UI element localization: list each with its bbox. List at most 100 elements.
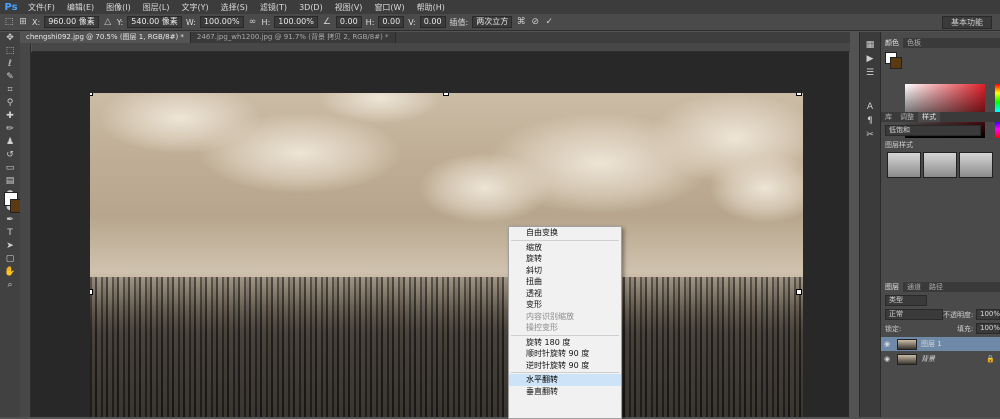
tab-color[interactable]: 颜色 [881,38,903,48]
transform-handle-right[interactable] [796,289,802,295]
blend-mode-select[interactable]: 正常 [885,309,943,320]
document-tab[interactable]: 2467.jpg_wh1200.jpg @ 91.7% (背景 拷贝 2, RG… [190,32,396,43]
w-input[interactable]: 100.00% [199,16,244,28]
menu-image[interactable]: 图像(I) [100,2,137,13]
menu-item-flip-vertical[interactable]: 垂直翻转 [509,386,621,398]
crop-tool-icon[interactable]: ⌗ [0,84,20,97]
menu-item-rotate[interactable]: 旋转 [509,253,621,265]
transform-tool-icon[interactable]: ⬚ [4,17,14,27]
style-swatch[interactable] [959,152,993,178]
menu-item-scale[interactable]: 缩放 [509,242,621,254]
eraser-tool-icon[interactable]: ▭ [0,162,20,175]
visibility-eye-icon[interactable]: ◉ [881,355,893,363]
lasso-tool-icon[interactable]: ℓ [0,58,20,71]
angle-input[interactable]: 0.00 [335,16,362,28]
x-input[interactable]: 960.00 像素 [44,16,99,28]
y-input[interactable]: 540.00 像素 [127,16,182,28]
menu-item-flip-horizontal[interactable]: 水平翻转 [509,374,621,386]
menu-item-perspective[interactable]: 透视 [509,288,621,300]
paragraph-icon[interactable]: ¶ [860,114,880,128]
panel-background-swatch[interactable] [890,57,902,69]
layer-name: 图层 1 [921,340,942,348]
document-tab-active[interactable]: chengshi092.jpg @ 70.5% (图层 1, RGB/8#) * [20,32,191,43]
layer-filter-select[interactable]: 类型 [885,295,927,306]
interpolation-select[interactable]: 两次立方 [472,16,513,28]
menu-item-free-transform[interactable]: 自由变换 [509,227,621,239]
menu-type[interactable]: 文字(Y) [175,2,214,13]
transform-handle-top-left[interactable] [90,93,93,96]
style-swatch[interactable] [923,152,957,178]
style-swatch[interactable] [887,152,921,178]
ruler-vertical[interactable] [20,43,31,417]
menu-edit[interactable]: 编辑(E) [61,2,100,13]
link-icon[interactable]: ∞ [248,17,258,27]
eyedropper-tool-icon[interactable]: ⚲ [0,97,20,110]
marquee-tool-icon[interactable]: ⬚ [0,45,20,58]
move-tool-icon[interactable]: ✥ [0,32,20,45]
path-select-tool-icon[interactable]: ➤ [0,240,20,253]
cancel-transform-icon[interactable]: ⊘ [530,17,540,27]
menu-3d[interactable]: 3D(D) [293,3,329,12]
menu-item-warp[interactable]: 变形 [509,299,621,311]
tab-layers[interactable]: 图层 [881,282,903,292]
actions-icon[interactable]: ▶ [860,52,880,66]
color-panel-tabs: 颜色 色板 [881,38,1000,48]
stamp-tool-icon[interactable]: ♟ [0,136,20,149]
menu-view[interactable]: 视图(V) [329,2,369,13]
warp-icon[interactable]: ⌘ [516,17,526,27]
tool-presets-icon[interactable]: ✂ [860,128,880,142]
layer-thumbnail [897,338,917,350]
shape-tool-icon[interactable]: ▢ [0,253,20,266]
hand-tool-icon[interactable]: ✋ [0,266,20,279]
pen-tool-icon[interactable]: ✒ [0,214,20,227]
tab-paths[interactable]: 路径 [925,282,947,292]
style-preset-dropdown[interactable]: 低饱和 [885,125,981,136]
city-skyline-photo[interactable] [90,93,803,417]
menu-separator [511,372,619,373]
vskew-input[interactable]: 0.00 [419,16,446,28]
healing-tool-icon[interactable]: ✚ [0,110,20,123]
h-input[interactable]: 100.00% [274,16,318,28]
type-tool-icon[interactable]: T [0,227,20,240]
transform-handle-top-right[interactable] [796,93,802,96]
quick-select-tool-icon[interactable]: ✎ [0,71,20,84]
tab-libraries[interactable]: 库 [881,112,896,122]
opacity-input[interactable]: 100% [976,309,1000,320]
hue-slider[interactable] [995,84,1000,138]
properties-icon[interactable]: ☰ [860,66,880,80]
fill-input[interactable]: 100% [976,323,1000,334]
delta-icon[interactable]: △ [103,17,113,27]
y-label: Y: [116,17,124,27]
transform-handle-top[interactable] [443,93,449,96]
menu-item-skew[interactable]: 斜切 [509,265,621,277]
menu-file[interactable]: 文件(F) [22,2,61,13]
tab-swatches[interactable]: 色板 [903,38,925,48]
workspace-select[interactable]: 基本功能 [942,15,992,29]
history-icon[interactable]: ▦ [860,38,880,52]
layer-row[interactable]: ◉ 图层 1 [881,337,1000,351]
layer-row[interactable]: ◉ 背景 🔒 [881,352,1000,366]
commit-transform-icon[interactable]: ✓ [544,17,554,27]
hskew-input[interactable]: 0.00 [378,16,405,28]
tab-styles[interactable]: 样式 [918,112,940,122]
menu-help[interactable]: 帮助(H) [411,2,451,13]
menu-select[interactable]: 选择(S) [215,2,254,13]
reference-point-icon[interactable]: ⊞ [18,17,28,27]
menu-item-distort[interactable]: 扭曲 [509,276,621,288]
tab-adjustments[interactable]: 调整 [896,112,918,122]
ruler-horizontal[interactable] [32,43,850,52]
zoom-tool-icon[interactable]: ⌕ [0,279,20,292]
brush-tool-icon[interactable]: ✏ [0,123,20,136]
tab-channels[interactable]: 通道 [903,282,925,292]
menu-filter[interactable]: 滤镜(T) [254,2,293,13]
menu-item-rotate-90-cw[interactable]: 顺时针旋转 90 度 [509,348,621,360]
character-icon[interactable]: A [860,100,880,114]
menu-item-rotate-90-ccw[interactable]: 逆时针旋转 90 度 [509,360,621,372]
history-brush-tool-icon[interactable]: ↺ [0,149,20,162]
menu-window[interactable]: 窗口(W) [368,2,410,13]
menu-item-rotate-180[interactable]: 旋转 180 度 [509,337,621,349]
gradient-tool-icon[interactable]: ▤ [0,175,20,188]
transform-handle-left[interactable] [90,289,93,295]
menu-layer[interactable]: 图层(L) [137,2,176,13]
visibility-eye-icon[interactable]: ◉ [881,340,893,348]
